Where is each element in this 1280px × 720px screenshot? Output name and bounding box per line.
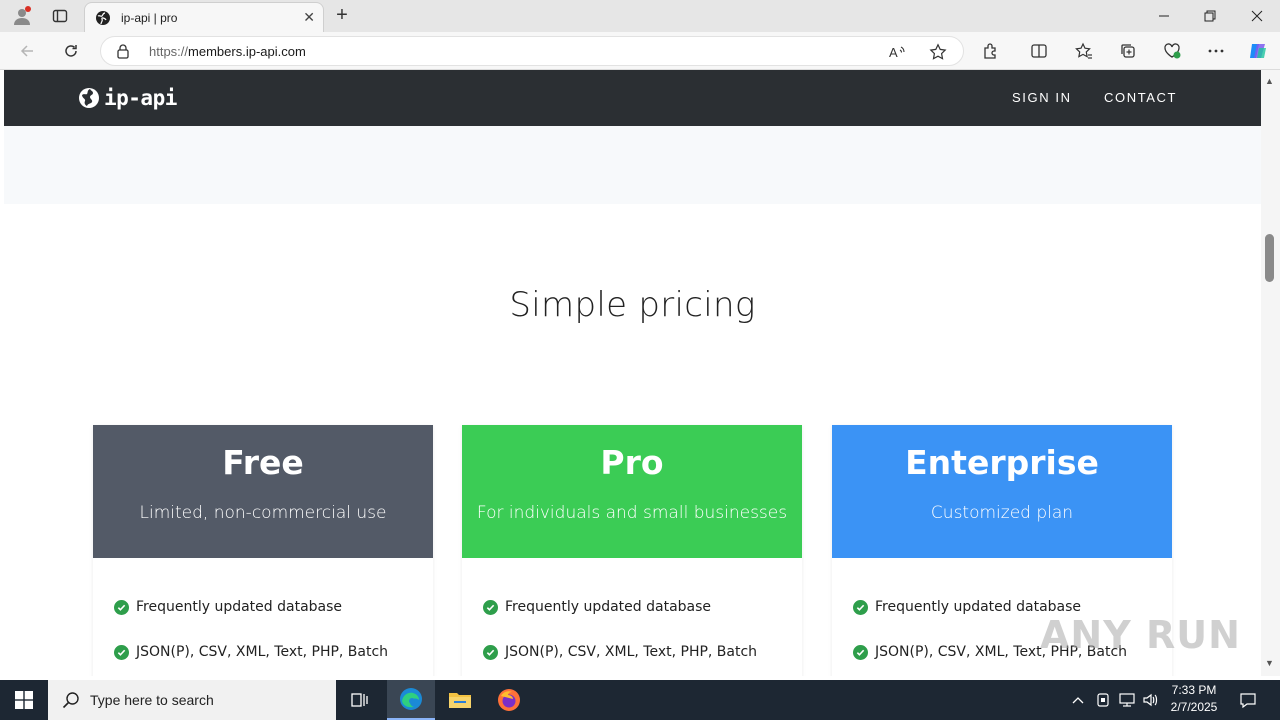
nav-sign-in[interactable]: SIGN IN [1012, 90, 1072, 105]
search-icon [62, 692, 79, 709]
logo-text: ip-api [104, 86, 177, 110]
plan-feature-text: Frequently updated database [136, 599, 343, 615]
globe-logo-icon [79, 88, 99, 108]
address-bar[interactable]: https://members.ip-api.com A [100, 36, 964, 66]
scrollbar-thumb[interactable] [1265, 234, 1274, 282]
watermark-text: ANY RUN [1040, 613, 1241, 657]
windows-start-icon[interactable] [0, 680, 48, 720]
close-window-icon[interactable] [1234, 0, 1280, 32]
plan-header: Free Limited, non-commercial use [93, 425, 433, 558]
tab-title: ip-api | pro [121, 11, 178, 25]
taskbar-clock[interactable]: 7:33 PM 2/7/2025 [1166, 682, 1222, 716]
file-explorer-icon[interactable] [436, 680, 484, 720]
plan-feature: JSON(P), CSV, XML, Text, PHP, Batch [114, 644, 388, 660]
taskbar: Type here to search 7:33 PM 2/7/2025 [0, 680, 1280, 720]
plan-description: Customized plan [930, 503, 1074, 523]
plan-feature-text: JSON(P), CSV, XML, Text, PHP, Batch [136, 644, 389, 660]
more-options-icon[interactable] [1204, 39, 1228, 63]
read-aloud-icon[interactable]: A [887, 41, 909, 63]
site-navbar: ip-api SIGN IN CONTACT [4, 70, 1261, 126]
tab-active[interactable]: ip-api | pro ✕ [84, 2, 324, 32]
favorite-star-icon[interactable] [927, 41, 949, 63]
collections-icon[interactable] [1116, 39, 1140, 63]
check-circle-icon [114, 644, 129, 660]
scroll-down-arrow-icon[interactable]: ▼ [1265, 658, 1274, 668]
restore-icon[interactable] [1187, 0, 1233, 32]
plan-header: Enterprise Customized plan [832, 425, 1172, 558]
scroll-up-arrow-icon[interactable]: ▲ [1265, 76, 1274, 86]
tab-actions-icon[interactable] [48, 4, 72, 28]
check-circle-icon [853, 644, 868, 660]
url-text[interactable]: https://members.ip-api.com [149, 44, 306, 59]
back-icon[interactable] [14, 38, 40, 64]
extensions-icon[interactable] [979, 39, 1003, 63]
nav-contact[interactable]: CONTACT [1104, 90, 1177, 105]
browser-tab-strip: ip-api | pro ✕ + [0, 0, 1280, 32]
page-viewport: ip-api SIGN IN CONTACT Simple pricing Fr… [4, 70, 1261, 676]
pricing-title: Simple pricing [509, 285, 756, 325]
check-circle-icon [114, 599, 129, 615]
clock-time: 7:33 PM [1171, 683, 1217, 697]
url-scheme: https:// [149, 44, 189, 59]
plan-name: Free [222, 443, 304, 482]
split-screen-icon[interactable] [1027, 39, 1051, 63]
plan-description: Limited, non-commercial use [139, 503, 387, 523]
lock-icon[interactable] [115, 43, 131, 59]
volume-icon[interactable] [1140, 680, 1162, 720]
minimize-icon[interactable] [1141, 0, 1187, 32]
browser-essentials-icon[interactable] [1160, 39, 1184, 63]
meet-now-icon[interactable] [1093, 680, 1113, 720]
new-tab-icon[interactable]: + [330, 4, 354, 28]
browser-toolbar: https://members.ip-api.com A [0, 32, 1280, 70]
refresh-icon[interactable] [58, 38, 84, 64]
plan-description: For individuals and small businesses [476, 503, 788, 523]
page-scrollbar[interactable]: ▲ ▼ [1261, 70, 1280, 676]
network-icon[interactable] [1116, 680, 1138, 720]
plan-feature-text: JSON(P), CSV, XML, Text, PHP, Batch [505, 644, 758, 660]
notifications-icon[interactable] [1234, 680, 1262, 720]
search-placeholder: Type here to search [90, 692, 214, 708]
anyrun-watermark: ANY RUN [1040, 605, 1241, 665]
tab-close-icon[interactable]: ✕ [303, 9, 315, 26]
taskbar-search[interactable]: Type here to search [48, 680, 336, 720]
plan-feature: Frequently updated database [483, 599, 711, 615]
task-view-icon[interactable] [336, 680, 384, 720]
plan-card-pro: Pro For individuals and small businesses… [462, 425, 802, 676]
globe-favicon-icon [96, 11, 110, 25]
check-circle-icon [853, 599, 868, 615]
plan-header: Pro For individuals and small businesses [462, 425, 802, 558]
svg-text:A: A [889, 45, 898, 60]
profile-icon[interactable] [10, 4, 34, 28]
show-hidden-icons-icon[interactable] [1068, 680, 1088, 720]
plan-name: Enterprise [905, 443, 1099, 482]
plan-card-free: Free Limited, non-commercial use Frequen… [93, 425, 433, 676]
copilot-icon[interactable] [1246, 39, 1270, 63]
edge-taskbar-icon[interactable] [387, 680, 435, 720]
clock-date: 2/7/2025 [1170, 700, 1218, 714]
firefox-icon[interactable] [485, 680, 533, 720]
plan-name: Pro [600, 443, 664, 482]
hero-section [4, 126, 1261, 204]
plan-feature: Frequently updated database [114, 599, 342, 615]
plan-feature: JSON(P), CSV, XML, Text, PHP, Batch [483, 644, 757, 660]
check-circle-icon [483, 644, 498, 660]
plan-feature-text: Frequently updated database [505, 599, 712, 615]
favorites-icon[interactable] [1072, 39, 1096, 63]
site-logo[interactable]: ip-api [78, 84, 177, 112]
check-circle-icon [483, 599, 498, 615]
url-host: members.ip-api.com [188, 44, 306, 59]
